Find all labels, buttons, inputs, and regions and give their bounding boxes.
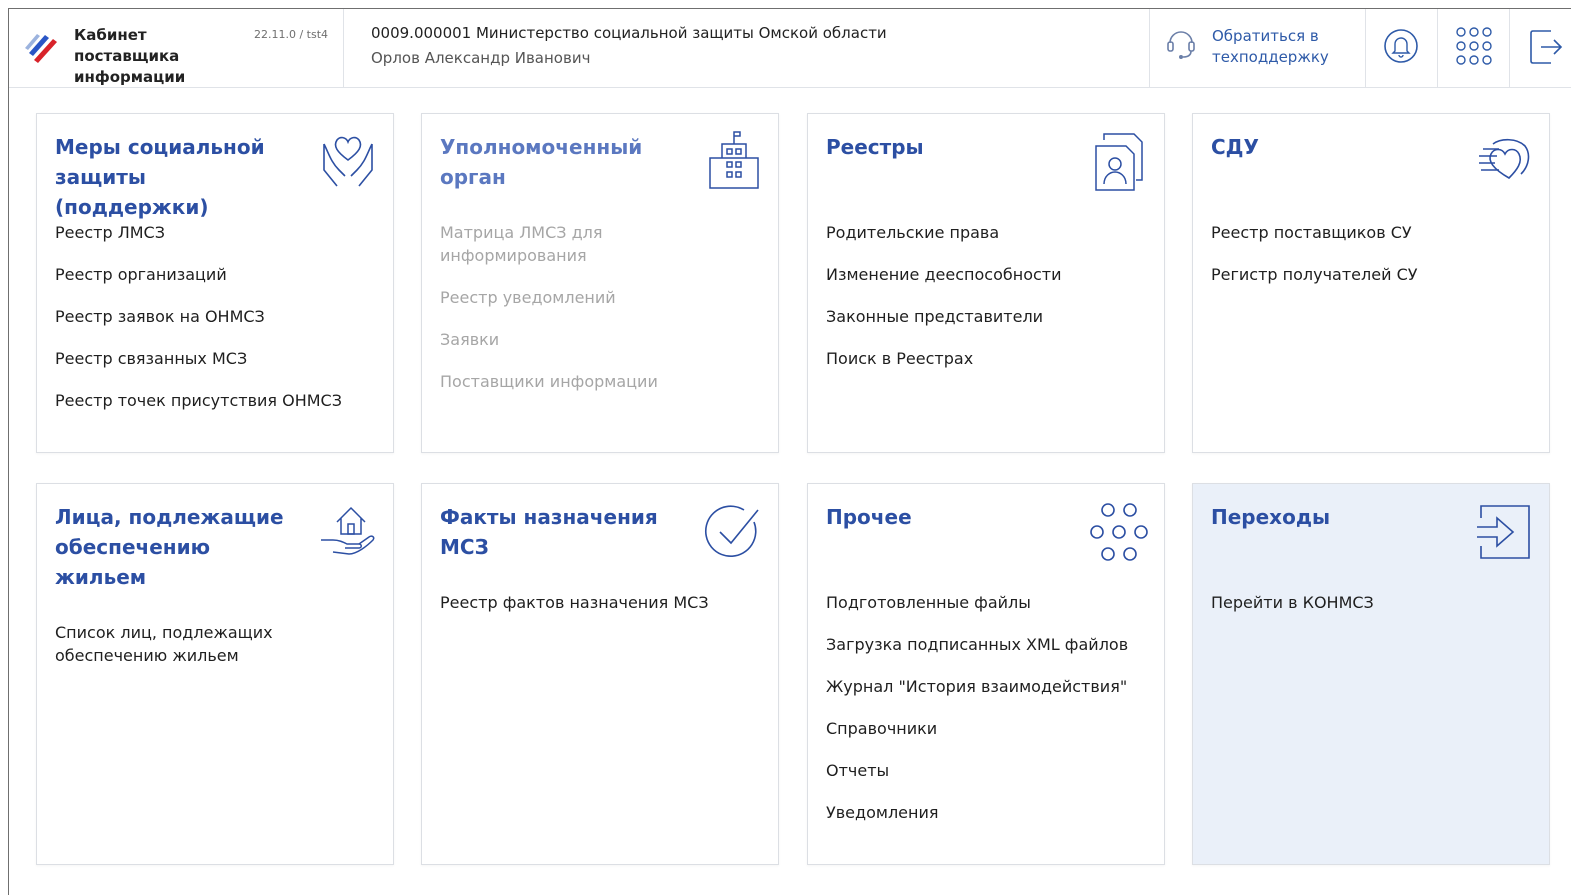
top-header: Кабинет поставщика информации 22.11.0 / …	[9, 9, 1571, 88]
card-title[interactable]: Факты назначения МСЗ	[440, 502, 660, 562]
list-item[interactable]: Перейти в КОНМСЗ	[1211, 591, 1531, 614]
list-item[interactable]: Законные представители	[826, 305, 1146, 328]
list-item[interactable]: Регистр получателей СУ	[1211, 263, 1531, 286]
support-label: Обратиться в техподдержку	[1212, 27, 1329, 66]
list-item[interactable]: Реестр поставщиков СУ	[1211, 221, 1531, 244]
card-transitions: Переходы Перейти в КОНМСЗ	[1192, 483, 1550, 865]
card-authorized-body: Уполномоченный орган Матрица ЛМСЗ для ин…	[421, 113, 779, 453]
list-item[interactable]: Изменение дееспособности	[826, 263, 1146, 286]
card-housing: Лица, подлежащие обеспечению жильем Спис…	[36, 483, 394, 865]
card-registries: Реестры Родительские права Изменение дее…	[807, 113, 1165, 453]
support-button[interactable]: Обратиться в техподдержку	[1149, 9, 1364, 87]
list-item: Заявки	[440, 330, 500, 349]
list-item[interactable]: Справочники	[826, 717, 1146, 740]
list-item[interactable]: Журнал "История взаимодействия"	[826, 675, 1146, 698]
list-item[interactable]: Реестр точек присутствия ОНМСЗ	[55, 389, 375, 412]
card-social-support: Меры социальной защиты (поддержки) Реест…	[36, 113, 394, 453]
building-icon	[709, 131, 759, 189]
list-item: Реестр уведомлений	[440, 288, 616, 307]
list-item[interactable]: Список лиц, подлежащих обеспечению жилье…	[55, 621, 315, 667]
list-item[interactable]: Уведомления	[826, 801, 1146, 824]
list-item[interactable]: Отчеты	[826, 759, 1146, 782]
card-other: Прочее Подготовленные файлы Загрузка под…	[807, 483, 1165, 865]
card-title[interactable]: СДУ	[1211, 132, 1461, 162]
list-item[interactable]: Реестр организаций	[55, 263, 375, 286]
headset-icon	[1167, 31, 1195, 59]
list-item[interactable]: Загрузка подписанных XML файлов	[826, 633, 1146, 656]
list-item[interactable]: Реестр заявок на ОНМСЗ	[55, 305, 375, 328]
list-item[interactable]: Реестр фактов назначения МСЗ	[440, 591, 760, 614]
list-item[interactable]: Родительские права	[826, 221, 1146, 244]
logout-button[interactable]	[1509, 9, 1571, 87]
dots-grid-icon	[1090, 503, 1148, 561]
heart-speed-icon	[1479, 138, 1530, 179]
card-title[interactable]: Лица, подлежащие обеспечению жильем	[55, 502, 295, 592]
card-sdu: СДУ Реестр поставщиков СУ Регистр получа…	[1192, 113, 1550, 453]
documents-person-icon	[1095, 133, 1143, 191]
card-assignment-facts: Факты назначения МСЗ Реестр фактов назна…	[421, 483, 779, 865]
card-title[interactable]: Переходы	[1211, 502, 1461, 532]
list-item: Матрица ЛМСЗ для информирования	[440, 223, 603, 265]
list-item[interactable]: Реестр ЛМСЗ	[55, 221, 375, 244]
list-item[interactable]: Реестр связанных МСЗ	[55, 347, 375, 370]
hands-heart-icon	[323, 136, 373, 187]
arrow-right-box-icon	[1477, 505, 1530, 559]
notifications-button[interactable]	[1365, 9, 1437, 87]
header-divider	[343, 9, 344, 87]
bell-icon	[1384, 29, 1418, 63]
check-circle-icon	[704, 505, 759, 557]
list-item[interactable]: Подготовленные файлы	[826, 591, 1146, 614]
card-title[interactable]: Прочее	[826, 502, 1076, 532]
apps-menu-button[interactable]	[1437, 9, 1509, 87]
logout-icon	[1530, 30, 1563, 64]
list-item[interactable]: Поиск в Реестрах	[826, 347, 1146, 370]
version-label: 22.11.0 / tst4	[254, 28, 329, 41]
card-title[interactable]: Уполномоченный орган	[440, 132, 690, 192]
app-title: Кабинет поставщика информации	[74, 26, 186, 86]
card-title[interactable]: Меры социальной защиты (поддержки)	[55, 132, 305, 222]
organization-name: 0009.000001 Министерство социальной защи…	[371, 24, 887, 42]
apps-grid-icon	[1456, 27, 1492, 65]
logo-icon	[25, 34, 57, 63]
house-hand-icon	[321, 506, 375, 555]
list-item: Поставщики информации	[440, 372, 658, 391]
user-name: Орлов Александр Иванович	[371, 49, 591, 67]
card-title[interactable]: Реестры	[826, 132, 1076, 162]
